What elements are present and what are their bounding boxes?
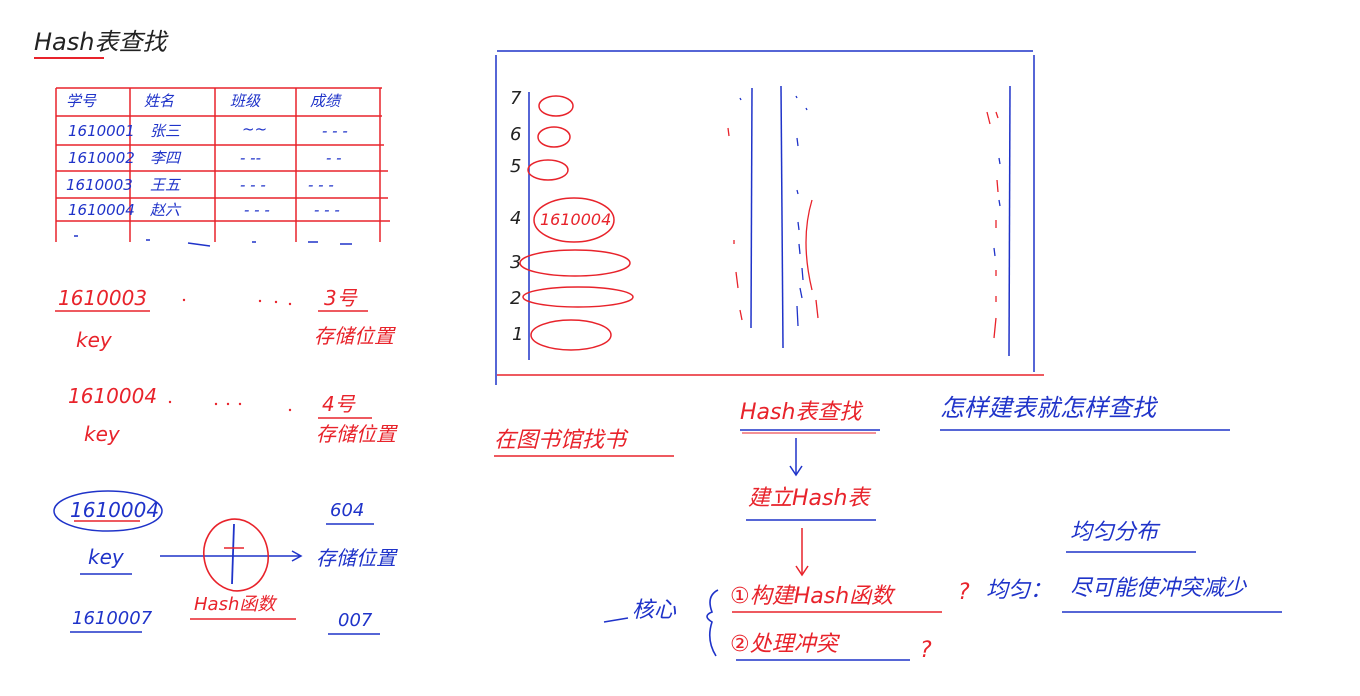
table-cell: - - - <box>308 176 334 194</box>
question-mark-2: ? <box>920 638 932 663</box>
table-cell: 赵六 <box>150 201 181 219</box>
stack-highlight-label: 1610004 <box>540 210 612 229</box>
stack-row-number: 7 <box>510 88 522 109</box>
table-cell: 李四 <box>150 149 181 167</box>
table-cell: - - <box>326 149 342 167</box>
table-header-name: 姓名 <box>144 92 175 110</box>
quote: 怎样建表就怎样查找 <box>940 394 1156 422</box>
table-dots <box>74 235 352 247</box>
key-value-1: 1610003 <box>58 286 148 310</box>
table-header-score: 成绩 <box>310 92 341 110</box>
stack-row-number: 3 <box>510 252 522 273</box>
table-cell: 1610002 <box>68 149 135 167</box>
rule-label: 均匀： <box>986 578 1053 603</box>
core-label: 核心 <box>632 598 677 623</box>
slot-label-1: 存储位置 <box>314 324 394 348</box>
stack-row-number: 2 <box>510 288 522 309</box>
stack-row-number: 5 <box>510 156 522 177</box>
stack-row-number: 6 <box>510 124 522 145</box>
hash-function-circle <box>203 518 269 592</box>
table-cell: 1610001 <box>68 122 135 140</box>
stack-row-number: 1 <box>512 324 524 345</box>
key-label-3: key <box>88 545 124 569</box>
slot-label-3: 存储位置 <box>316 546 396 570</box>
point-2: ②处理冲突 <box>730 632 838 657</box>
brace <box>706 589 719 657</box>
table-cell: 王五 <box>150 176 181 194</box>
key-value-3: 1610004 <box>70 498 160 522</box>
key-label-2: key <box>84 422 120 446</box>
page-title: Hash表查找 <box>34 28 167 56</box>
slot-1: 3号 <box>324 286 357 310</box>
rule-detail: 尽可能使冲突减少 <box>1070 576 1247 601</box>
table-cell: ~~ <box>242 120 268 138</box>
table-cell: 1610004 <box>68 201 135 219</box>
library-analogy: 在图书馆找书 <box>494 428 627 453</box>
hash-function-label: Hash函数 <box>194 594 276 615</box>
slot-3: 604 <box>330 500 365 521</box>
table-header-class: 班级 <box>230 92 261 110</box>
stack-row-number: 4 <box>510 208 522 229</box>
question-mark-1: ? <box>958 580 970 605</box>
table-cell: - - - <box>244 201 270 219</box>
table-cell: - - - <box>314 201 340 219</box>
key-value-4: 1610007 <box>72 608 153 629</box>
slot-2: 4号 <box>322 392 355 416</box>
flow-step: 建立Hash表 <box>748 486 870 511</box>
key-value-2: 1610004 <box>68 384 158 408</box>
slot-label-2: 存储位置 <box>316 422 396 446</box>
distribution-note: 均匀分布 <box>1070 520 1159 545</box>
table-cell: - - - <box>322 122 348 140</box>
table-cell: - - - <box>240 176 266 194</box>
table-cell: 张三 <box>150 122 181 140</box>
table-cell: - -- <box>240 149 262 167</box>
key-label-1: key <box>76 328 112 352</box>
slot-4: 007 <box>338 610 373 631</box>
point-1: ①构建Hash函数 <box>730 584 894 609</box>
table-header-id: 学号 <box>66 92 97 110</box>
flow-title: Hash表查找 <box>740 400 862 425</box>
table-cell: 1610003 <box>66 176 133 194</box>
